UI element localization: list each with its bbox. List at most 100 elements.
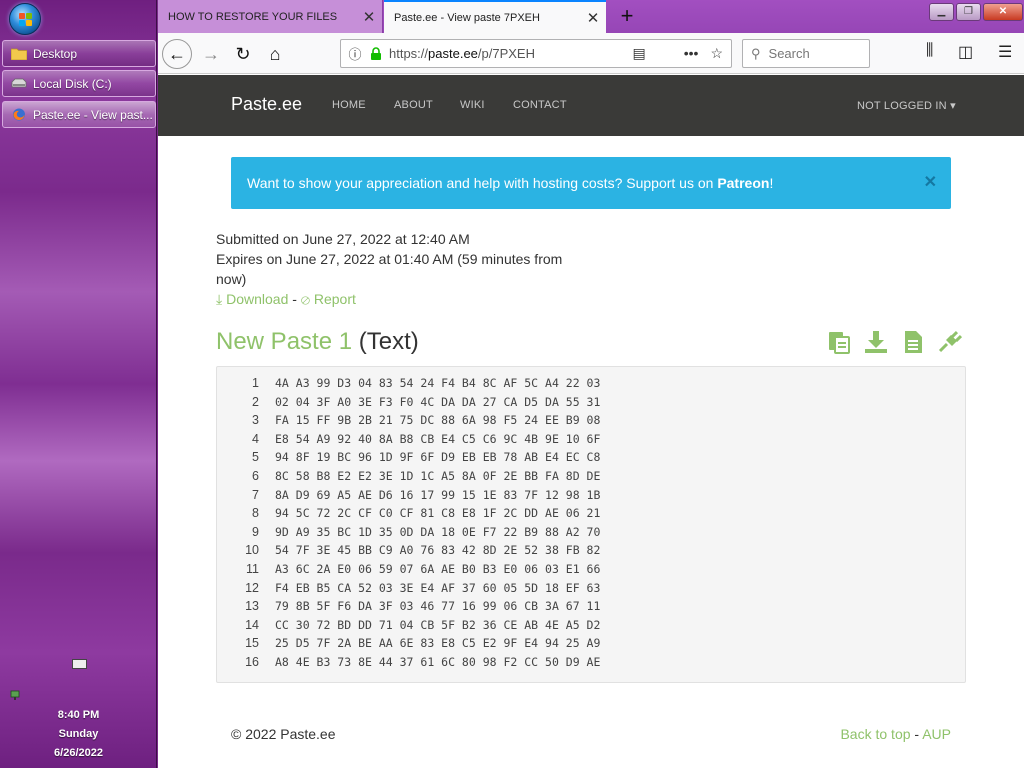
nav-contact[interactable]: CONTACT (513, 99, 567, 111)
patreon-alert: Want to show your appreciation and help … (231, 157, 951, 209)
reload-button[interactable]: ↻ (228, 39, 258, 69)
line-number: 14 (245, 617, 259, 632)
line-text: A3 6C 2A E0 06 59 07 6A AE B0 B3 E0 06 0… (275, 561, 601, 576)
line-number: 4 (252, 431, 259, 446)
copy-icon[interactable] (826, 329, 852, 355)
line-number: 9 (252, 524, 259, 539)
tab-close-icon[interactable]: ✕ (356, 8, 382, 26)
footer-copyright: © 2022 Paste.ee (231, 726, 336, 742)
line-text: E8 54 A9 92 40 8A B8 CB E4 C5 C6 9C 4B 9… (275, 431, 601, 446)
line-number: 13 (245, 599, 259, 614)
sidebar-icon[interactable]: ◫ (958, 42, 973, 62)
paste-links: ⤓ Download - ⊘ Report (216, 289, 576, 309)
new-tab-button[interactable]: + (613, 2, 641, 30)
forward-button[interactable]: → (196, 39, 226, 69)
bookmark-star-icon[interactable]: ☆ (710, 45, 723, 62)
nav-wiki[interactable]: WIKI (460, 99, 485, 111)
taskbar-item-local-disk[interactable]: Local Disk (C:) (2, 70, 156, 97)
expires-date: Expires on June 27, 2022 at 01:40 AM (59… (216, 251, 563, 287)
caret-down-icon: ▾ (950, 100, 956, 112)
patreon-link[interactable]: Patreon (717, 175, 769, 191)
taskbar-item-firefox[interactable]: Paste.ee - View past... (2, 101, 156, 128)
report-icon[interactable]: ⊘ (301, 291, 310, 307)
menu-hamburger-icon[interactable]: ☰ (998, 42, 1012, 62)
home-button[interactable]: ⌂ (260, 39, 290, 69)
code-line: 2 02 04 3F A0 3E F3 F0 4C DA DA 27 CA D5 … (217, 395, 965, 414)
minimize-button[interactable]: ▁ (929, 3, 954, 21)
url-host: paste.ee (428, 46, 478, 61)
window-controls: ▁ ❐ ✕ (929, 3, 1023, 21)
line-text: FA 15 FF 9B 2B 21 75 DC 88 6A 98 F5 24 E… (275, 413, 601, 428)
line-text: 9D A9 35 BC 1D 35 0D DA 18 0E F7 22 B9 8… (275, 524, 601, 539)
embed-plug-icon[interactable] (937, 329, 963, 355)
aup-link[interactable]: AUP (922, 726, 951, 742)
line-number: 12 (245, 580, 259, 595)
lock-icon[interactable] (369, 46, 383, 61)
taskbar: Desktop Local Disk (C:) Paste.ee - View … (0, 0, 157, 768)
download-link[interactable]: Download (226, 291, 288, 307)
keyboard-icon[interactable] (72, 659, 87, 669)
line-text: 25 D5 7F 2A BE AA 6E 83 E8 C5 E2 9F E4 9… (275, 636, 601, 651)
page-actions-icon[interactable]: ••• (684, 45, 699, 62)
close-window-button[interactable]: ✕ (983, 3, 1023, 21)
separator: - (914, 726, 920, 742)
search-icon: ⚲ (751, 45, 761, 61)
download-paste-icon[interactable] (863, 329, 889, 355)
alert-text: Want to show your appreciation and help … (247, 175, 718, 191)
reader-view-icon[interactable]: ▤ (632, 45, 645, 62)
taskbar-item-label: Paste.ee - View past... (33, 107, 153, 122)
browser-window: HOW TO RESTORE YOUR FILES ✕ Paste.ee - V… (158, 0, 1024, 768)
tab-close-icon[interactable]: ✕ (580, 9, 606, 27)
site-header: Paste.ee HOME ABOUT WIKI CONTACT NOT LOG… (158, 75, 1024, 136)
line-number: 6 (252, 468, 259, 483)
taskbar-item-label: Local Disk (C:) (33, 76, 112, 91)
navigation-toolbar: ← → ↻ ⌂ ⓘ https://paste.ee/p/7PXEH ▤ •••… (158, 33, 1024, 74)
paste-code-block[interactable]: 1 4A A3 99 D3 04 83 54 24 F4 B4 8C AF 5C … (216, 366, 966, 683)
system-clock[interactable]: 8:40 PM Sunday 6/26/2022 (0, 706, 157, 763)
tab-title: Paste.ee - View paste 7PXEH (394, 11, 540, 24)
line-text: 8A D9 69 A5 AE D6 16 17 99 15 1E 83 7F 1… (275, 487, 601, 502)
code-line: 9 9D A9 35 BC 1D 35 0D DA 18 0E F7 22 B9 … (217, 525, 965, 544)
code-line: 8 94 5C 72 2C CF C0 CF 81 C8 E8 1F 2C DD … (217, 506, 965, 525)
line-text: F4 EB B5 CA 52 03 3E E4 AF 37 60 05 5D 1… (275, 580, 601, 595)
url-text[interactable]: https://paste.ee/p/7PXEH (389, 46, 632, 61)
alert-message: Want to show your appreciation and help … (247, 175, 773, 191)
url-path: /p/7PXEH (477, 46, 535, 61)
report-link[interactable]: Report (314, 291, 356, 307)
download-icon[interactable]: ⤓ (216, 291, 222, 307)
site-brand[interactable]: Paste.ee (231, 94, 302, 115)
site-info-icon[interactable]: ⓘ (341, 44, 369, 63)
code-line: 12 F4 EB B5 CA 52 03 3E E4 AF 37 60 05 5D… (217, 581, 965, 600)
taskbar-item-desktop[interactable]: Desktop (2, 40, 156, 67)
code-line: 10 54 7F 3E 45 BB C9 A0 76 83 42 8D 2E 52… (217, 543, 965, 562)
clock-day: Sunday (58, 728, 99, 740)
back-button[interactable]: ← (162, 39, 192, 69)
library-icon[interactable]: ⫼ (926, 42, 933, 60)
start-button[interactable] (9, 3, 41, 35)
alert-close-icon[interactable]: ✕ (924, 172, 937, 192)
paste-name: New Paste 1 (216, 328, 353, 355)
tab-paste-ee[interactable]: Paste.ee - View paste 7PXEH ✕ (384, 0, 606, 33)
url-bar[interactable]: ⓘ https://paste.ee/p/7PXEH ▤ ••• ☆ (340, 39, 732, 68)
back-to-top-link[interactable]: Back to top (840, 726, 910, 742)
maximize-button[interactable]: ❐ (956, 3, 981, 21)
separator: - (292, 291, 297, 307)
line-number: 11 (246, 561, 259, 576)
footer-links: Back to top - AUP (840, 726, 951, 742)
line-number: 10 (245, 543, 259, 558)
nav-home[interactable]: HOME (332, 99, 366, 111)
folder-icon (11, 48, 27, 60)
submitted-date: Submitted on June 27, 2022 at 12:40 AM (216, 231, 470, 247)
account-label: NOT LOGGED IN (857, 100, 947, 112)
search-input[interactable]: ⚲ Search (742, 39, 870, 68)
raw-text-icon[interactable] (900, 329, 926, 355)
line-text: 94 5C 72 2C CF C0 CF 81 C8 E8 1F 2C DD A… (275, 506, 601, 521)
account-dropdown[interactable]: NOT LOGGED IN ▾ (857, 99, 956, 112)
tab-restore-files[interactable]: HOW TO RESTORE YOUR FILES ✕ (158, 0, 383, 33)
nav-about[interactable]: ABOUT (394, 99, 433, 111)
network-icon[interactable] (10, 689, 22, 701)
page-content: Paste.ee HOME ABOUT WIKI CONTACT NOT LOG… (158, 75, 1024, 768)
paste-title: New Paste 1 (Text) (216, 328, 419, 356)
code-line: 4 E8 54 A9 92 40 8A B8 CB E4 C5 C6 9C 4B … (217, 432, 965, 451)
